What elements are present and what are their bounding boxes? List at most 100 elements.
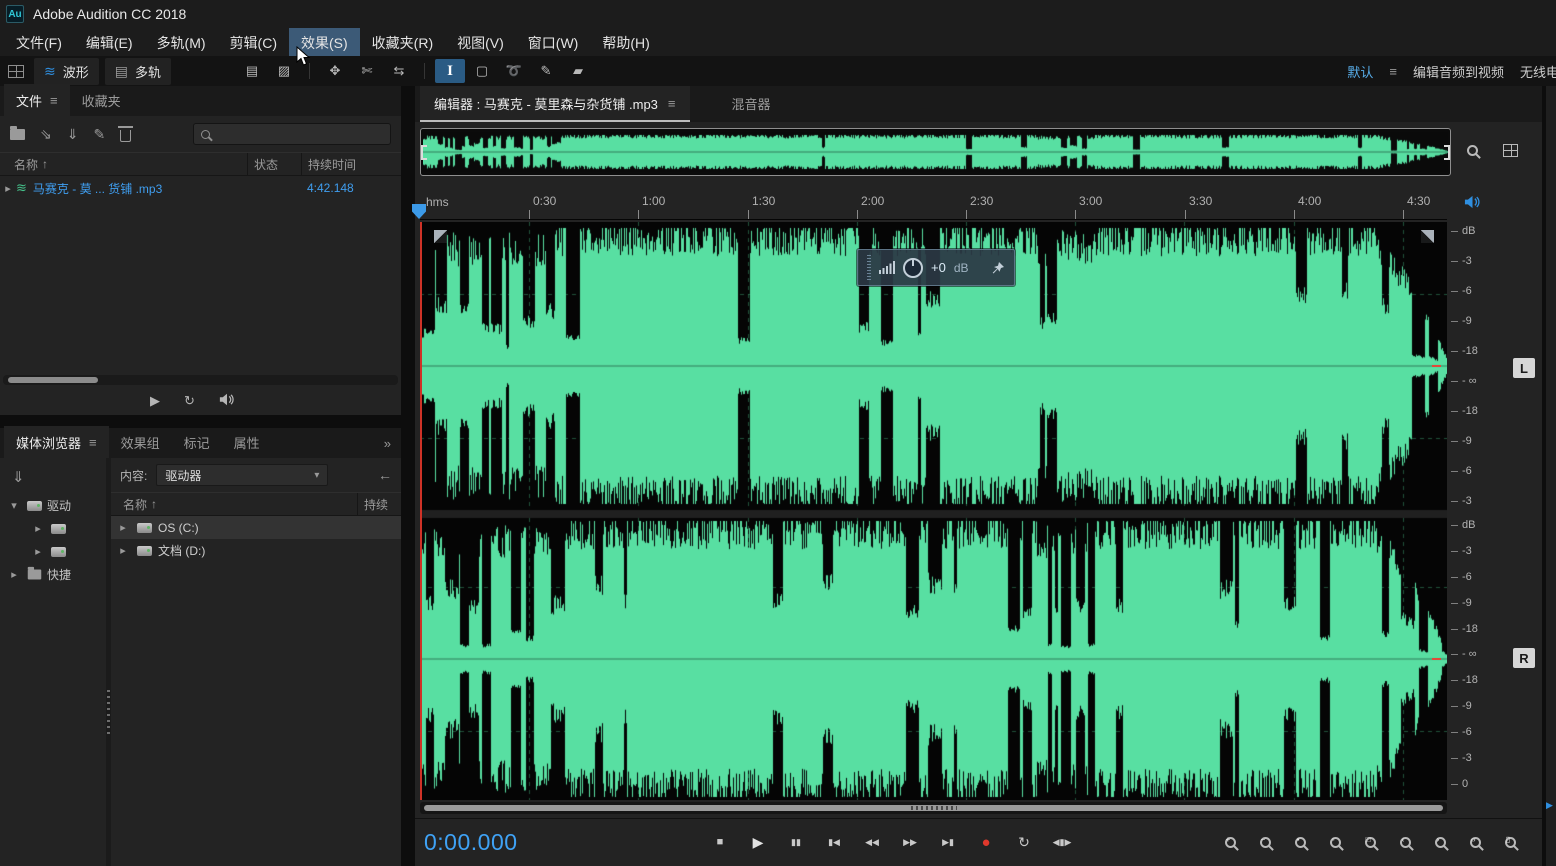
tab-overflow-icon[interactable]: »: [384, 436, 391, 451]
overview-left-handle[interactable]: [421, 145, 427, 160]
zoom-in-amplitude-button[interactable]: +: [1214, 829, 1246, 855]
grid-view-icon[interactable]: [1497, 138, 1523, 162]
workspace-item-radio[interactable]: 无线电: [1520, 62, 1556, 81]
tab-favorites[interactable]: 收藏夹: [70, 84, 133, 116]
menu-edit[interactable]: 编辑(E): [74, 28, 145, 56]
left-channel-button[interactable]: L: [1513, 358, 1535, 378]
files-hscrollbar-handle[interactable]: [8, 377, 98, 383]
waveform-display-button[interactable]: ▤: [237, 59, 267, 83]
open-file-icon[interactable]: [10, 129, 25, 140]
loop-playback-icon[interactable]: ↻: [184, 394, 195, 407]
menu-view[interactable]: 视图(V): [445, 28, 516, 56]
menu-file[interactable]: 文件(F): [4, 28, 74, 56]
overview-right-handle[interactable]: [1444, 145, 1450, 160]
menu-window[interactable]: 窗口(W): [516, 28, 591, 56]
browser-panel-menu-icon[interactable]: ≡: [89, 435, 97, 450]
lasso-selection-tool-button[interactable]: ➰: [499, 59, 529, 83]
rewind-button[interactable]: ◀◀: [855, 829, 889, 855]
tab-files[interactable]: 文件 ≡: [4, 84, 70, 116]
time-selection-tool-button[interactable]: I: [435, 59, 465, 83]
record-button[interactable]: ●: [969, 829, 1003, 855]
chevron-right-icon[interactable]: ▸: [6, 568, 22, 581]
skip-selection-button[interactable]: ◀▮▶: [1045, 829, 1079, 855]
editor-panel-menu-icon[interactable]: ≡: [668, 96, 676, 111]
drive-row-c[interactable]: ▸ OS (C:): [111, 516, 401, 539]
import-media-icon[interactable]: ⇓: [67, 127, 79, 141]
files-panel-menu-icon[interactable]: ≡: [50, 93, 58, 108]
menu-favorites[interactable]: 收藏夹(R): [360, 28, 445, 56]
zoom-in-time-button[interactable]: ▪: [1284, 829, 1316, 855]
menu-multitrack[interactable]: 多轨(M): [145, 28, 218, 56]
content-dropdown[interactable]: 驱动器 ▾: [156, 464, 328, 486]
chevron-right-icon[interactable]: ▸: [0, 182, 16, 195]
monitor-speaker-icon[interactable]: [1459, 190, 1485, 214]
fade-in-handle[interactable]: [434, 230, 447, 243]
razor-tool-button[interactable]: ✄: [352, 59, 382, 83]
menu-help[interactable]: 帮助(H): [590, 28, 661, 56]
multitrack-view-button[interactable]: ▤ 多轨: [105, 58, 171, 85]
waveform-display[interactable]: +0 dB: [420, 222, 1447, 800]
import-file-icon[interactable]: ⇘: [40, 127, 52, 141]
files-list-header[interactable]: 名称 ↑ 状态 持续时间: [0, 152, 401, 176]
navigate-up-icon[interactable]: ←: [378, 467, 392, 483]
chevron-down-icon[interactable]: ▾: [6, 499, 22, 512]
column-name[interactable]: 名称 ↑: [0, 156, 247, 173]
zoom-selection-full-button[interactable]: ‹›: [1459, 829, 1491, 855]
chevron-right-icon[interactable]: ▸: [30, 545, 46, 558]
playhead-marker[interactable]: [412, 204, 426, 219]
tab-markers[interactable]: 标记: [172, 426, 222, 458]
fade-out-handle[interactable]: [1421, 230, 1434, 243]
marquee-selection-tool-button[interactable]: ▢: [467, 59, 497, 83]
file-row[interactable]: ▸ ≋ 马赛克 - 莫 ... 货铺 .mp3 4:42.148: [0, 176, 401, 200]
browser-column-duration[interactable]: 持续: [357, 493, 401, 515]
files-hscrollbar[interactable]: [3, 375, 398, 385]
tab-properties[interactable]: 属性: [222, 426, 272, 458]
zoom-selection-left-button[interactable]: ‹: [1389, 829, 1421, 855]
volume-hud[interactable]: +0 dB: [857, 249, 1015, 286]
chevron-right-icon[interactable]: ▸: [30, 522, 46, 535]
chevron-right-icon[interactable]: ▸: [115, 521, 131, 534]
tree-item-drive-d[interactable]: ▸: [0, 540, 106, 563]
tree-item-drive-c[interactable]: ▸: [0, 517, 106, 540]
pause-button[interactable]: ▮▮: [779, 829, 813, 855]
fast-forward-button[interactable]: ▶▶: [893, 829, 927, 855]
panel-grid-icon[interactable]: [8, 65, 24, 78]
tree-item-shortcuts[interactable]: ▸ 快捷: [0, 563, 106, 586]
collapsed-meters-panel[interactable]: ▶: [1546, 86, 1556, 866]
time-display[interactable]: 0:00.000: [424, 829, 518, 856]
menu-effects[interactable]: 效果(S): [289, 28, 360, 56]
tab-effects-rack[interactable]: 效果组: [109, 426, 172, 458]
zoom-tool-icon[interactable]: [1459, 138, 1485, 162]
chevron-right-icon[interactable]: ▸: [115, 544, 131, 557]
workspace-menu-icon[interactable]: ≡: [1389, 64, 1397, 79]
spot-healing-tool-button[interactable]: ▰: [563, 59, 593, 83]
auto-play-speaker-icon[interactable]: [219, 393, 235, 408]
files-search-input[interactable]: [217, 127, 383, 141]
play-button[interactable]: ▶: [741, 829, 775, 855]
menu-clip[interactable]: 剪辑(C): [218, 28, 289, 56]
workspace-item-edit-audio-to-video[interactable]: 编辑音频到视频: [1413, 62, 1504, 81]
zoom-to-selection-button[interactable]: □: [1354, 829, 1386, 855]
tab-media-browser[interactable]: 媒体浏览器 ≡: [4, 426, 109, 458]
waveform-view-button[interactable]: ≋ 波形: [34, 58, 99, 85]
stop-button[interactable]: ■: [703, 829, 737, 855]
workspace-current[interactable]: 默认: [1347, 62, 1373, 81]
overview-strip[interactable]: [420, 128, 1451, 176]
expand-arrow-icon[interactable]: ▶: [1546, 800, 1553, 811]
play-file-icon[interactable]: ▶: [150, 394, 160, 407]
volume-knob[interactable]: [903, 258, 923, 278]
trash-icon[interactable]: [120, 130, 131, 142]
zoom-selection-right-button[interactable]: ›: [1424, 829, 1456, 855]
new-file-icon[interactable]: ✎: [93, 127, 105, 141]
timeline-ruler[interactable]: hms 0:30 1:00 1:30 2:00 2:30 3:00 3:30 4…: [420, 188, 1447, 220]
scrollbar-handle[interactable]: [424, 805, 1443, 811]
import-into-project-icon[interactable]: ⇓: [12, 468, 106, 486]
browser-column-name[interactable]: 名称 ↑: [111, 496, 357, 513]
slip-tool-button[interactable]: ⇆: [384, 59, 414, 83]
paintbrush-selection-tool-button[interactable]: ✎: [531, 59, 561, 83]
skip-to-start-button[interactable]: ▮◀: [817, 829, 851, 855]
volume-value[interactable]: +0: [931, 260, 946, 275]
drive-row-d[interactable]: ▸ 文档 (D:): [111, 539, 401, 562]
column-status[interactable]: 状态: [247, 153, 301, 175]
zoom-reset-button[interactable]: ▯: [1494, 829, 1526, 855]
